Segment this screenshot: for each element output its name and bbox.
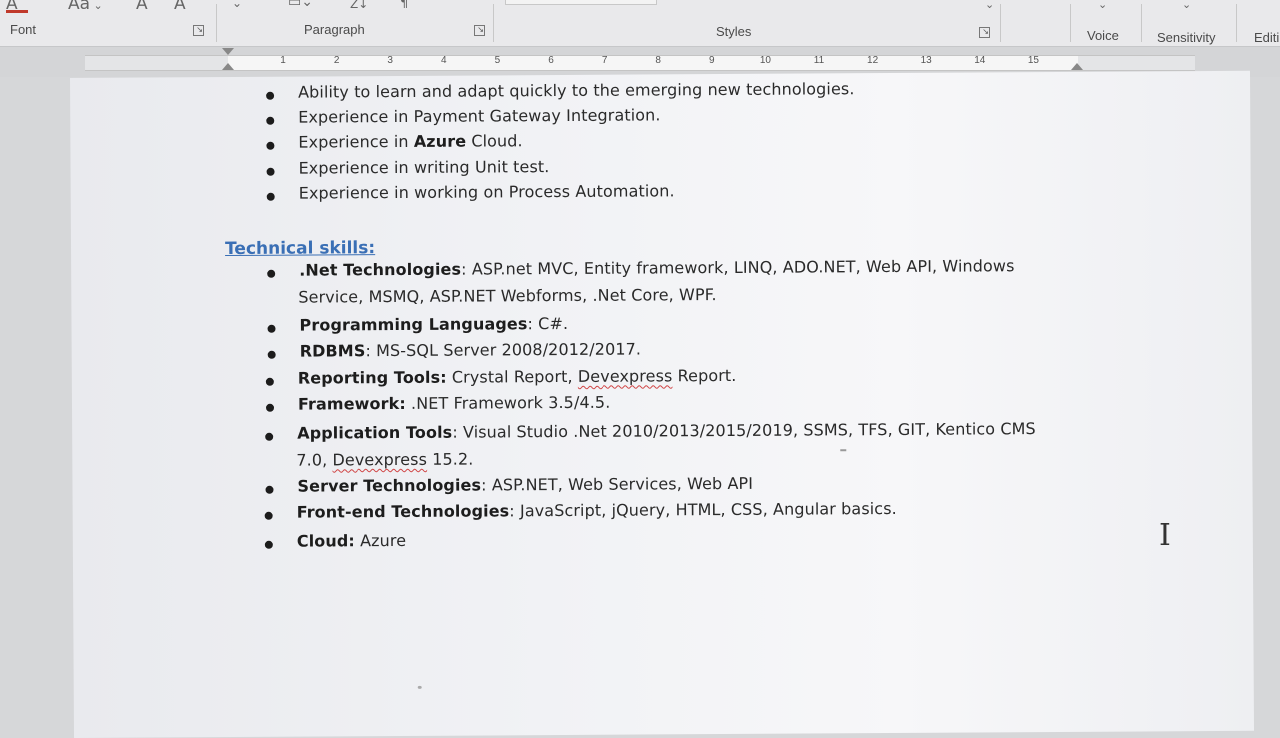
ruler-number: 12 [867, 55, 879, 66]
paragraph-dialog-launcher-icon[interactable]: ↘ [474, 25, 485, 36]
group-separator [1070, 4, 1071, 42]
skill-item-continuation: Service, MSMQ, ASP.NET Webforms, .Net Co… [298, 285, 717, 307]
styles-more-button[interactable]: ⌄ [985, 0, 994, 11]
shrink-font-button[interactable]: A [174, 0, 186, 14]
list-bullet [267, 350, 276, 359]
list-bullet [264, 540, 273, 549]
list-bullet [267, 324, 276, 333]
ruler-number: 14 [974, 55, 986, 66]
sort-icon: Z↓ [350, 0, 369, 11]
list-bullet [266, 116, 275, 125]
group-separator [1236, 4, 1237, 42]
grow-font-button[interactable]: A [136, 0, 148, 14]
ruler-number: 4 [441, 55, 447, 66]
list-bullet [266, 91, 275, 100]
skill-item-continuation: 7.0, Devexpress 15.2. [296, 449, 474, 470]
borders-button[interactable]: ▭⌄ [288, 0, 313, 10]
hanging-indent-marker[interactable] [222, 63, 234, 70]
ruler-number: 9 [709, 55, 715, 66]
first-line-indent-marker[interactable] [222, 48, 234, 55]
skill-item: Reporting Tools: Crystal Report, Devexpr… [297, 365, 737, 388]
skill-item: Framework: .NET Framework 3.5/4.5. [297, 392, 611, 414]
group-separator [493, 4, 494, 42]
list-bullet [266, 167, 275, 176]
skill-item: Application Tools: Visual Studio .Net 20… [297, 419, 1036, 443]
ruler-number: 1 [280, 55, 286, 66]
group-separator [1141, 4, 1142, 42]
ruler-number: 11 [813, 55, 825, 66]
skill-item: Server Technologies: ASP.NET, Web Servic… [297, 473, 754, 496]
shading-button[interactable]: ⌄ [232, 0, 242, 10]
skill-item: RDBMS: MS-SQL Server 2008/2012/2017. [299, 339, 642, 361]
shading-icon: ⌄ [232, 0, 243, 10]
font-dialog-launcher-icon[interactable]: ↘ [193, 25, 204, 36]
sort-button[interactable]: Z↓ [350, 0, 368, 11]
grow-font-icon: A [136, 0, 148, 14]
skill-item: Cloud: Azure [296, 530, 407, 551]
group-label-sensitivity: Sensitivity [1157, 30, 1216, 45]
experience-item: Ability to learn and adapt quickly to th… [298, 79, 855, 102]
ruler-number: 13 [920, 55, 932, 66]
list-bullet [266, 141, 275, 150]
ruler-number: 6 [548, 55, 554, 66]
ribbon: A Aa ⌄ A A ⌄ ▭⌄ Z↓ ¶ ⌄ ⌄ ⌄ Font ↘ Paragr… [0, 0, 1280, 47]
dictate-dropdown[interactable]: ⌄ [1098, 0, 1107, 11]
ruler-number: 7 [601, 55, 608, 66]
skill-item: Programming Languages: C#. [299, 313, 569, 335]
styles-gallery[interactable] [505, 0, 657, 5]
stray-mark [840, 449, 847, 452]
list-bullet [265, 485, 274, 494]
group-label-font: Font [10, 22, 37, 37]
list-bullet [265, 377, 274, 386]
list-bullet [265, 432, 274, 441]
document-page[interactable]: Technical skills: Ability to learn and a… [70, 70, 1255, 738]
styles-dialog-launcher-icon[interactable]: ↘ [979, 27, 990, 38]
list-bullet [266, 192, 275, 201]
ruler-number: 10 [759, 55, 771, 66]
experience-item: Experience in writing Unit test. [298, 157, 550, 178]
list-bullet [265, 403, 275, 412]
list-bullet [264, 511, 273, 520]
text-cursor-icon: I [1159, 518, 1171, 553]
group-separator [216, 4, 217, 42]
borders-icon: ▭⌄ [288, 0, 313, 10]
sensitivity-dropdown[interactable]: ⌄ [1182, 0, 1191, 11]
font-color-icon: A [6, 0, 18, 14]
group-label-paragraph: Paragraph [304, 22, 365, 37]
change-case-button[interactable]: Aa ⌄ [68, 0, 103, 14]
ruler-number: 15 [1027, 55, 1039, 66]
group-label-styles: Styles [716, 24, 752, 39]
group-label-voice: Voice [1087, 28, 1119, 43]
section-heading-technical-skills: Technical skills: [224, 238, 376, 260]
skill-item: .Net Technologies: ASP.net MVC, Entity f… [299, 256, 1015, 280]
ruler-number: 8 [655, 55, 661, 66]
ruler-number: 5 [494, 55, 501, 66]
group-separator [1000, 4, 1001, 42]
experience-item: Experience in Payment Gateway Integratio… [298, 105, 661, 127]
stray-dot [417, 685, 422, 689]
font-color-button[interactable]: A [6, 0, 28, 14]
pilcrow-icon: ¶ [400, 0, 409, 11]
skill-item: Front-end Technologies: JavaScript, jQue… [296, 498, 897, 522]
show-marks-button[interactable]: ¶ [400, 0, 408, 11]
right-indent-marker[interactable] [1071, 63, 1083, 70]
experience-item: Experience in Azure Cloud. [298, 131, 523, 152]
experience-item: Experience in working on Process Automat… [298, 181, 675, 203]
ruler-number: 2 [333, 55, 340, 66]
shrink-font-icon: A [174, 0, 186, 14]
list-bullet [267, 269, 276, 278]
group-label-editing: Editi [1254, 30, 1280, 45]
ruler-text-area [228, 55, 1078, 71]
change-case-icon: Aa [68, 0, 91, 14]
ruler-number: 3 [387, 55, 393, 66]
